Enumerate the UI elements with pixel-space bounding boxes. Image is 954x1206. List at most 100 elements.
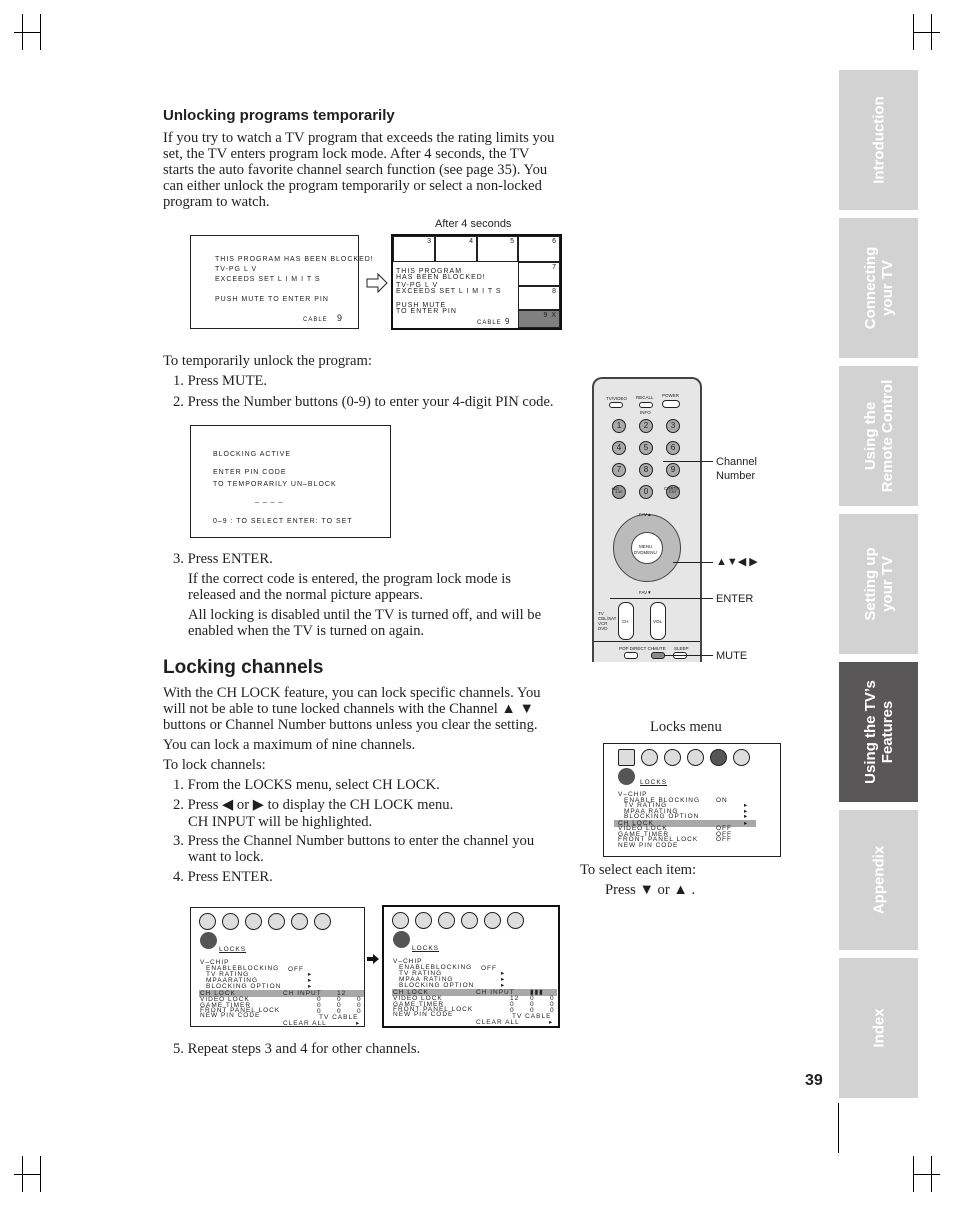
submenu-arrow-icon: ▸ bbox=[356, 1020, 361, 1027]
picture-menu-icon[interactable] bbox=[199, 913, 216, 930]
tab-connecting[interactable]: Connecting your TV bbox=[839, 218, 918, 358]
setup-menu-icon[interactable] bbox=[664, 749, 681, 766]
tab-appendix[interactable]: Appendix bbox=[839, 810, 918, 950]
manual-page: Introduction Connecting your TV Using th… bbox=[0, 0, 954, 1206]
callout-line bbox=[664, 655, 713, 656]
recall-button[interactable] bbox=[639, 402, 653, 408]
blocked-screen: THIS PROGRAM HAS BEEN BLOCKED! TV-PG L V… bbox=[190, 235, 373, 329]
theater-menu-icon[interactable] bbox=[710, 749, 727, 766]
caption: Locks menu bbox=[650, 719, 722, 735]
picture-menu-icon[interactable] bbox=[392, 912, 409, 929]
tab-setting-up[interactable]: Setting up your TV bbox=[839, 514, 918, 654]
remote-label: MUTE bbox=[653, 646, 666, 651]
tab-label: Appendix bbox=[870, 845, 887, 915]
screen-text: PUSH MUTE TO ENTER PIN bbox=[215, 296, 329, 303]
remote-label: +10 bbox=[611, 486, 619, 491]
pin-entry-screen: BLOCKING ACTIVE ENTER PIN CODE TO TEMPOR… bbox=[190, 425, 391, 538]
menu-value: ON bbox=[716, 797, 728, 804]
locks-menu-icon[interactable] bbox=[314, 913, 331, 930]
step: 3. Press ENTER. bbox=[173, 551, 273, 567]
audio-menu-icon[interactable] bbox=[222, 913, 239, 930]
digit-button[interactable]: 7 bbox=[612, 463, 626, 477]
submenu-arrow-icon: ▸ bbox=[501, 982, 506, 989]
paragraph: If the correct code is entered, the prog… bbox=[188, 571, 511, 603]
theater-menu-icon[interactable] bbox=[484, 912, 501, 929]
digit-button[interactable]: 1 bbox=[612, 419, 626, 433]
audio-menu-icon[interactable] bbox=[415, 912, 432, 929]
tab-label: Using the Remote Control bbox=[861, 379, 896, 493]
menu-icons bbox=[199, 913, 331, 930]
menu-value: ▸ bbox=[744, 813, 749, 820]
tab-label: Connecting your TV bbox=[861, 246, 896, 330]
screen-text: THIS PROGRAM HAS BEEN BLOCKED! bbox=[215, 256, 374, 263]
picture-menu-icon[interactable] bbox=[618, 749, 635, 766]
digit-button[interactable]: 2 bbox=[639, 419, 653, 433]
setup-menu-icon[interactable] bbox=[438, 912, 455, 929]
paragraph: To lock channels: bbox=[163, 757, 266, 773]
remote-label: FAV▲ bbox=[639, 512, 652, 517]
tab-label: Setting up your TV bbox=[861, 547, 896, 621]
step: 5. Repeat steps 3 and 4 for other channe… bbox=[173, 1041, 421, 1057]
menu-item[interactable]: NEW PIN CODE bbox=[393, 1011, 453, 1018]
section-heading: Locking channels bbox=[163, 657, 324, 678]
remote-label: SLEEP bbox=[674, 646, 689, 651]
remote-label: TV/VIDEO bbox=[606, 396, 628, 401]
menu-item[interactable]: BLOCKING OPTION bbox=[399, 982, 474, 989]
mode-label: DVD bbox=[598, 626, 608, 631]
step: CH INPUT will be highlighted. bbox=[188, 814, 373, 830]
tab-remote-control[interactable]: Using the Remote Control bbox=[839, 366, 918, 506]
remote-label: DVDMENU bbox=[634, 550, 657, 555]
paragraph: With the CH LOCK feature, you can lock s… bbox=[163, 685, 541, 733]
menu-item[interactable]: NEW PIN CODE bbox=[200, 1012, 260, 1019]
step: 4. Press ENTER. bbox=[173, 869, 273, 885]
ch-input-field[interactable]: CH INPUT bbox=[476, 989, 515, 996]
thumbnail: 9 X bbox=[518, 310, 560, 328]
digit-button[interactable]: 3 bbox=[666, 419, 680, 433]
menu-item[interactable]: BLOCKING OPTION bbox=[624, 813, 699, 820]
submenu-arrow-icon: ▸ bbox=[549, 1019, 554, 1026]
digit-button[interactable]: 4 bbox=[612, 441, 626, 455]
digit-button[interactable]: 0 bbox=[639, 485, 653, 499]
after-label: After 4 seconds bbox=[435, 218, 512, 230]
tv-video-button[interactable] bbox=[609, 402, 623, 408]
locks-menu-icon[interactable] bbox=[507, 912, 524, 929]
pop-button[interactable] bbox=[624, 652, 638, 659]
option-menu-icon[interactable] bbox=[461, 912, 478, 929]
menu-item[interactable]: NEW PIN CODE bbox=[618, 842, 678, 849]
remote-label: VOL bbox=[653, 619, 663, 624]
pin-placeholder: _ _ _ _ bbox=[255, 496, 284, 503]
digit-button[interactable]: 8 bbox=[639, 463, 653, 477]
power-button[interactable] bbox=[662, 400, 680, 408]
theater-menu-icon[interactable] bbox=[291, 913, 308, 930]
step: 2. Press ◀ or ▶ to display the CH LOCK m… bbox=[173, 797, 454, 813]
crop-mark bbox=[40, 14, 41, 50]
menu-icons bbox=[618, 749, 750, 766]
clear-all-button[interactable]: CLEAR ALL bbox=[476, 1019, 520, 1026]
digit-button[interactable]: 6 bbox=[666, 441, 680, 455]
tab-features[interactable]: Using the TV’s Features bbox=[839, 662, 918, 802]
digit-button[interactable]: 5 bbox=[639, 441, 653, 455]
remote-label: RECALL bbox=[636, 395, 654, 400]
callout-arrows: ▲▼◀ ▶ bbox=[716, 556, 758, 568]
digit-button[interactable]: 9 bbox=[666, 463, 680, 477]
tab-introduction[interactable]: Introduction bbox=[839, 70, 918, 210]
clear-all-button[interactable]: CLEAR ALL bbox=[283, 1020, 327, 1027]
setup-menu-icon[interactable] bbox=[245, 913, 262, 930]
mute-button[interactable] bbox=[651, 652, 665, 659]
menu-item[interactable]: BLOCKING OPTION bbox=[206, 983, 281, 990]
tab-index[interactable]: Index bbox=[839, 958, 918, 1098]
option-menu-icon[interactable] bbox=[268, 913, 285, 930]
thumbnail: 3 bbox=[393, 236, 435, 262]
screen-text: 9 bbox=[505, 317, 511, 326]
step: 3. Press the Channel Number buttons to e… bbox=[173, 833, 535, 865]
crop-mark bbox=[14, 1174, 40, 1175]
audio-menu-icon[interactable] bbox=[641, 749, 658, 766]
locks-menu-icon[interactable] bbox=[733, 749, 750, 766]
ch-lock-menu-after: LOCKS V–CHIP ENABLEBLOCKING TV RATING MPAA R… bbox=[382, 905, 560, 1028]
crop-mark bbox=[914, 32, 940, 33]
locks-menu-screen: LOCKS V–CHIP ENABLE BLOCKING ON TV RATING ▸ M… bbox=[603, 743, 781, 857]
option-menu-icon[interactable] bbox=[687, 749, 704, 766]
remote-label: CHRTN bbox=[664, 486, 680, 491]
paragraph: All locking is disabled until the TV is … bbox=[188, 607, 542, 639]
ch-input-field[interactable]: CH INPUT bbox=[283, 990, 322, 997]
